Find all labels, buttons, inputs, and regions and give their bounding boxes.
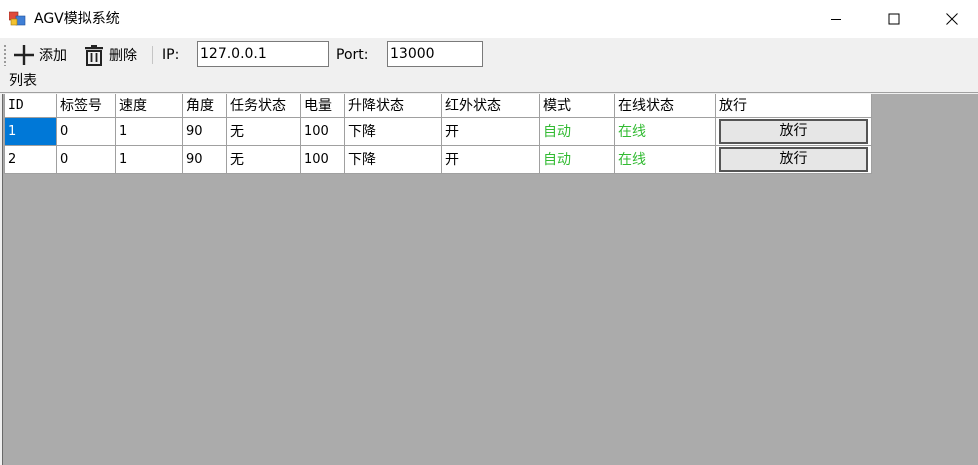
- column-header-angle[interactable]: 角度: [182, 94, 227, 118]
- cell-lift-status[interactable]: 下降: [344, 144, 442, 174]
- column-header-mode[interactable]: 模式: [539, 94, 615, 118]
- toolbar-separator: [152, 46, 153, 64]
- cell-infrared-status[interactable]: 开: [441, 144, 540, 174]
- maximize-button[interactable]: [866, 0, 922, 38]
- app-icon: [9, 11, 26, 26]
- cell-speed[interactable]: 1: [115, 116, 183, 146]
- column-header-battery[interactable]: 电量: [300, 94, 345, 118]
- cell-id[interactable]: 2: [4, 144, 57, 174]
- app-window: AGV模拟系统 添加 删除 IP: 127.0.0.1 Port: 13000 …: [0, 0, 978, 465]
- cell-tag[interactable]: 0: [56, 144, 116, 174]
- ip-input[interactable]: [197, 41, 329, 67]
- maximize-icon: [888, 13, 900, 25]
- cell-task-status[interactable]: 无: [226, 116, 301, 146]
- column-header-tag[interactable]: 标签号: [56, 94, 116, 118]
- cell-id[interactable]: 1: [4, 116, 57, 146]
- column-header-online-status[interactable]: 在线状态: [614, 94, 716, 118]
- table-row[interactable]: 1 0 1 90 无 100 下降 开 自动 在线 放行: [4, 116, 872, 146]
- trash-icon: [83, 44, 105, 66]
- cell-angle[interactable]: 90: [182, 144, 227, 174]
- release-button[interactable]: 放行: [719, 146, 868, 172]
- cell-release: 放行: [715, 116, 872, 146]
- cell-release: 放行: [715, 144, 872, 174]
- window-title: AGV模拟系统: [34, 11, 120, 27]
- grid-table: ID 标签号 速度 角度 任务状态 电量 升降状态 红外状态 模式 在线状态 放…: [4, 94, 872, 174]
- list-group-label: 列表: [9, 73, 37, 89]
- delete-button-label: 删除: [109, 48, 137, 64]
- toolbar-grip[interactable]: [4, 44, 6, 66]
- release-button[interactable]: 放行: [719, 118, 868, 144]
- column-header-task-status[interactable]: 任务状态: [226, 94, 301, 118]
- close-icon: [946, 13, 958, 25]
- cell-battery[interactable]: 100: [300, 144, 345, 174]
- grid-header-row: ID 标签号 速度 角度 任务状态 电量 升降状态 红外状态 模式 在线状态 放…: [4, 94, 872, 118]
- table-row[interactable]: 2 0 1 90 无 100 下降 开 自动 在线 放行: [4, 144, 872, 174]
- close-button[interactable]: [924, 0, 978, 38]
- port-label: Port:: [336, 47, 369, 63]
- port-input[interactable]: [387, 41, 483, 67]
- column-header-id[interactable]: ID: [4, 94, 57, 118]
- toolbar: 添加 删除 IP: Port:: [0, 38, 978, 72]
- delete-button[interactable]: 删除: [83, 42, 137, 68]
- title-bar: AGV模拟系统: [0, 0, 978, 38]
- cell-mode[interactable]: 自动: [539, 144, 615, 174]
- column-header-lift-status[interactable]: 升降状态: [344, 94, 442, 118]
- cell-lift-status[interactable]: 下降: [344, 116, 442, 146]
- cell-tag[interactable]: 0: [56, 116, 116, 146]
- cell-online-status[interactable]: 在线: [614, 116, 716, 146]
- cell-angle[interactable]: 90: [182, 116, 227, 146]
- ip-label: IP:: [162, 47, 180, 63]
- column-header-speed[interactable]: 速度: [115, 94, 183, 118]
- group-divider: [0, 92, 978, 93]
- minimize-icon: [831, 19, 841, 20]
- cell-speed[interactable]: 1: [115, 144, 183, 174]
- cell-mode[interactable]: 自动: [539, 116, 615, 146]
- cell-battery[interactable]: 100: [300, 116, 345, 146]
- cell-online-status[interactable]: 在线: [614, 144, 716, 174]
- add-button-label: 添加: [39, 48, 67, 64]
- cell-infrared-status[interactable]: 开: [441, 116, 540, 146]
- column-header-infrared-status[interactable]: 红外状态: [441, 94, 540, 118]
- column-header-release[interactable]: 放行: [715, 94, 872, 118]
- add-button[interactable]: 添加: [13, 42, 67, 68]
- agv-data-grid[interactable]: ID 标签号 速度 角度 任务状态 电量 升降状态 红外状态 模式 在线状态 放…: [2, 94, 978, 465]
- cell-task-status[interactable]: 无: [226, 144, 301, 174]
- plus-icon: [13, 44, 35, 66]
- minimize-button[interactable]: [808, 0, 864, 38]
